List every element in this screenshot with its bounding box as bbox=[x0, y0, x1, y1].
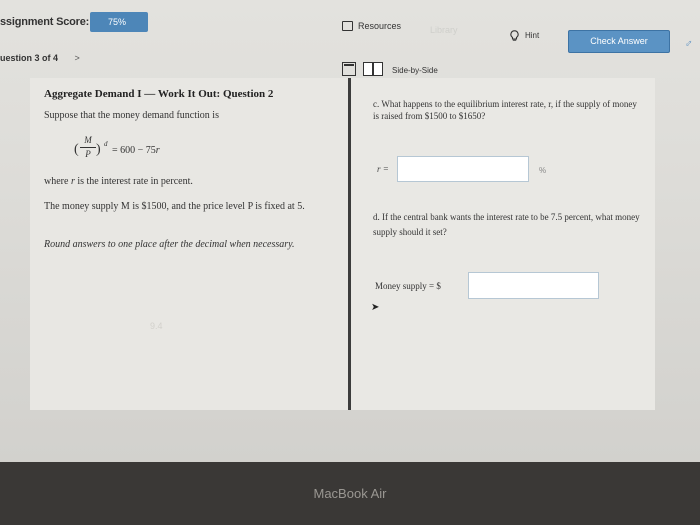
folder-icon bbox=[342, 21, 353, 31]
top-bar: ssignment Score: 75% Resources Library H… bbox=[0, 0, 700, 63]
expand-icon[interactable]: ⇔ bbox=[680, 35, 696, 51]
score-progress-bar: 75% bbox=[90, 12, 148, 32]
equation-fraction: M P bbox=[80, 135, 96, 160]
screen: ssignment Score: 75% Resources Library H… bbox=[0, 0, 700, 462]
money-supply-label: Money supply = $ bbox=[375, 281, 441, 291]
score-value: 75% bbox=[108, 17, 127, 27]
resources-button[interactable]: Resources bbox=[342, 21, 401, 31]
assignment-score-label: ssignment Score: bbox=[0, 16, 90, 28]
single-view-toggle-icon[interactable] bbox=[342, 62, 356, 76]
money-supply-input[interactable] bbox=[468, 272, 599, 299]
interest-rate-note: where r is the interest rate in percent. bbox=[44, 176, 193, 187]
percent-unit: % bbox=[539, 166, 547, 175]
money-supply-statement: The money supply M is $1500, and the pri… bbox=[44, 201, 305, 212]
question-navigator[interactable]: uestion 3 of 4 > bbox=[0, 53, 80, 63]
check-answer-button[interactable]: Check Answer bbox=[568, 30, 670, 53]
equation-rhs: = 600 − 75r bbox=[112, 145, 160, 156]
library-button[interactable]: Library bbox=[430, 25, 458, 35]
equation-denominator: P bbox=[85, 149, 91, 159]
resources-label: Resources bbox=[358, 21, 402, 31]
question-intro: Suppose that the money demand function i… bbox=[44, 110, 219, 121]
question-counter: uestion 3 of 4 bbox=[0, 53, 59, 63]
equation-paren-right: ) bbox=[96, 142, 101, 157]
hint-button[interactable]: Hint bbox=[510, 30, 539, 41]
part-d-question: d. If the central bank wants the interes… bbox=[373, 212, 640, 237]
rounding-instruction: Round answers to one place after the dec… bbox=[44, 239, 295, 250]
interest-rate-input[interactable] bbox=[397, 156, 529, 182]
interest-rate-label: r = bbox=[377, 164, 389, 174]
equation-superscript: d bbox=[104, 140, 108, 148]
faint-text: 9.4 bbox=[150, 321, 163, 331]
part-c-question: c. What happens to the equilibrium inter… bbox=[373, 99, 637, 121]
answer-panel: c. What happens to the equilibrium inter… bbox=[351, 78, 655, 410]
equation-paren-left: ( bbox=[74, 142, 79, 157]
next-question-icon[interactable]: > bbox=[75, 53, 80, 63]
mouse-cursor-icon: ➤ bbox=[371, 302, 380, 313]
device-label: MacBook Air bbox=[313, 486, 387, 501]
question-title: Aggregate Demand I — Work It Out: Questi… bbox=[44, 88, 274, 100]
money-demand-equation: ( M P ) d = 600 − 75r bbox=[74, 134, 214, 170]
side-by-side-toggle-icon[interactable] bbox=[363, 62, 383, 76]
question-panel: Aggregate Demand I — Work It Out: Questi… bbox=[30, 78, 348, 410]
side-by-side-label: Side-by-Side bbox=[392, 66, 438, 75]
hint-label: Hint bbox=[525, 31, 540, 40]
lightbulb-icon bbox=[510, 30, 519, 41]
equation-numerator: M bbox=[84, 135, 92, 145]
